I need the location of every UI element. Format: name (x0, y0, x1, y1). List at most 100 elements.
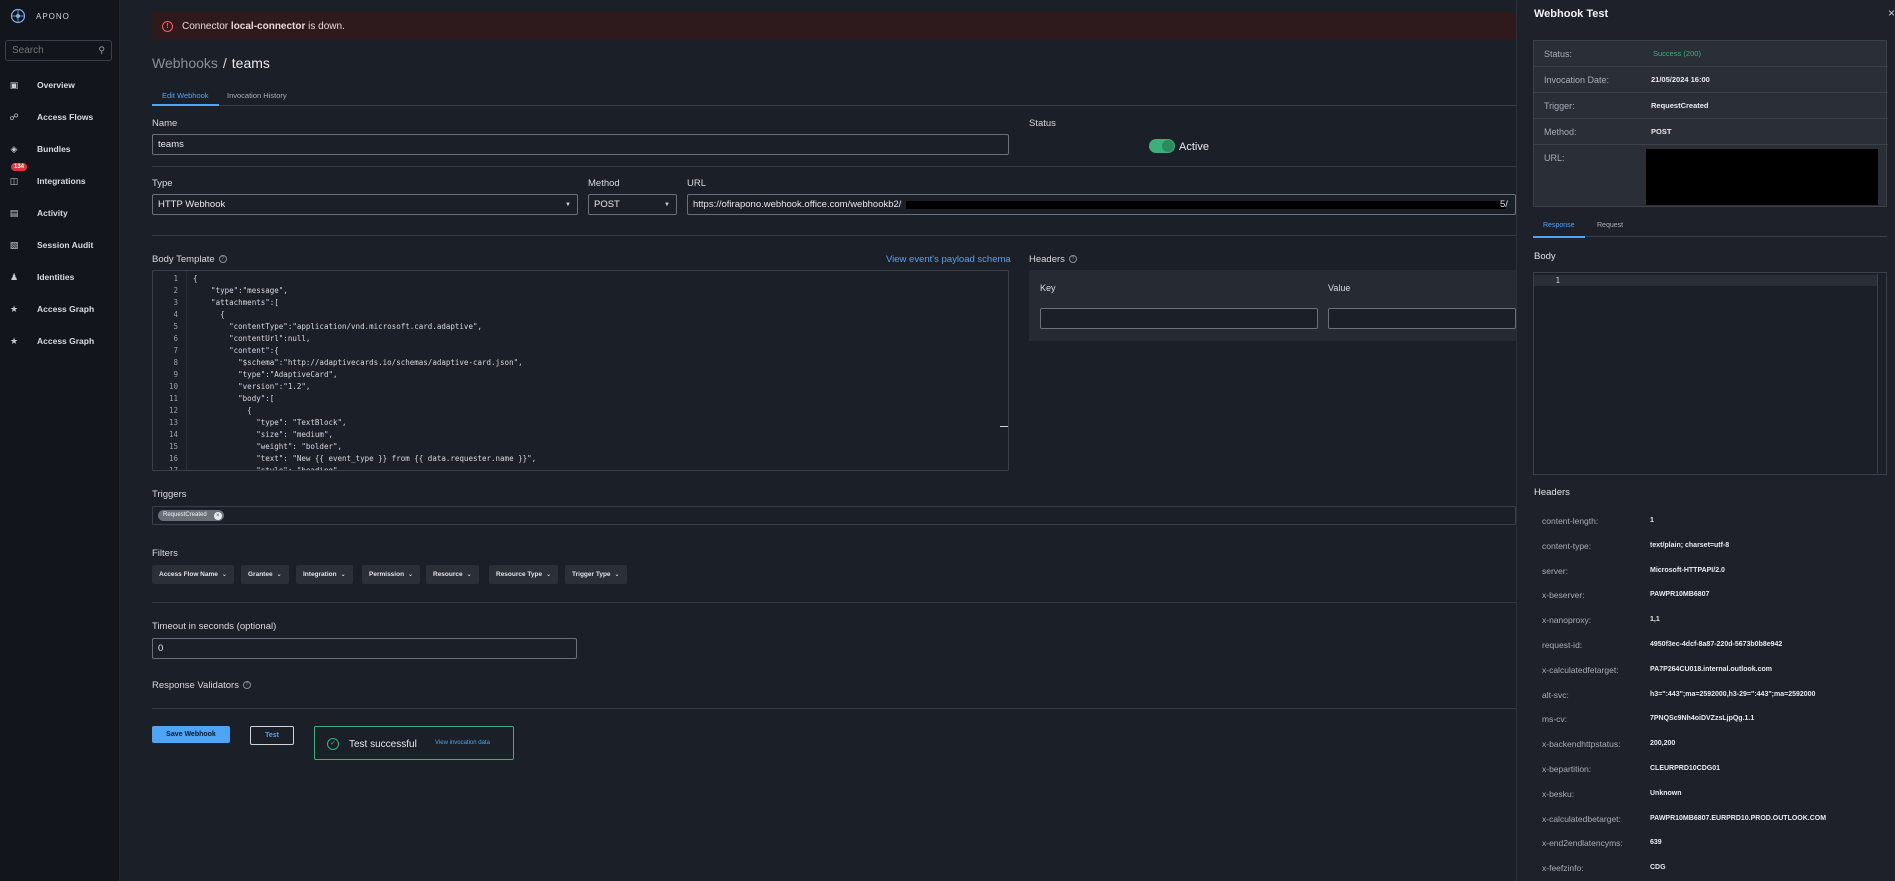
line-number: 4 (173, 310, 178, 319)
header-value: h3=":443";ma=2592000,h3-29=":443";ma=259… (1650, 690, 1816, 698)
url-field[interactable]: https://ofirapono.webhook.office.com/web… (687, 194, 1516, 215)
chevron-down-icon: ▼ (565, 201, 571, 208)
tab-invocation-history[interactable]: Invocation History (226, 86, 287, 106)
key-label: Key (1040, 283, 1056, 293)
response-body[interactable]: 1 (1533, 272, 1887, 475)
code-text: "size": "medium", (193, 430, 333, 439)
sidebar-item-bundles[interactable]: ◈ Bundles (0, 139, 120, 159)
code-line: 6 "contentUrl":null, (153, 334, 1008, 346)
tab-response[interactable]: Response (1533, 222, 1584, 238)
sidebar-item-access-flows[interactable]: ☍ Access Flows (0, 107, 120, 127)
body-template-text: Body Template (152, 254, 215, 265)
sidebar-item-session-audit[interactable]: ▧ Session Audit (0, 235, 120, 255)
body-template-editor[interactable]: 1{2 "type":"message", 3 "attachments":[4 … (152, 270, 1009, 471)
method-select[interactable]: POST ▼ (588, 194, 677, 215)
code-line: 1{ (153, 274, 1008, 286)
timeout-label: Timeout in seconds (optional) (152, 621, 277, 632)
code-text: { (193, 406, 252, 415)
sidebar-item-overview[interactable]: ▣ Overview (0, 75, 120, 95)
code-text: "$schema":"http://adaptivecards.io/schem… (193, 358, 523, 367)
search-input[interactable] (12, 45, 92, 56)
header-value: text/plain; charset=utf-8 (1650, 541, 1730, 549)
url-tail: 5/ (1500, 199, 1508, 210)
sidebar-item-label: Identities (37, 272, 75, 282)
breadcrumb-webhooks[interactable]: Webhooks (152, 55, 218, 71)
filter-access-flow-name[interactable]: Access Flow Name ⌄ (152, 565, 234, 584)
scrollbar[interactable] (1877, 274, 1885, 473)
chevron-down-icon: ⌄ (466, 572, 472, 578)
divider (152, 166, 1516, 167)
header-key-input[interactable] (1040, 308, 1318, 329)
header-value-input[interactable] (1328, 308, 1516, 329)
status-label: Status (1029, 118, 1056, 129)
sidebar-item-identities[interactable]: ♟ Identities (0, 267, 120, 287)
test-button[interactable]: Test (250, 726, 294, 745)
help-icon[interactable]: ? (218, 255, 227, 264)
filter-permission[interactable]: Permission ⌄ (362, 565, 421, 584)
line-number: 1 (173, 274, 178, 283)
info-key: Trigger: (1544, 101, 1575, 111)
sidebar-item-integrations[interactable]: ◫ 134 Integrations (0, 163, 120, 191)
name-field[interactable]: teams (152, 134, 1009, 155)
method-value: POST (594, 199, 620, 210)
header-value: 1 (1650, 517, 1654, 524)
audit-icon: ▧ (9, 239, 19, 250)
save-webhook-button[interactable]: Save Webhook (152, 726, 230, 743)
timeout-field[interactable]: 0 (152, 638, 577, 659)
close-icon[interactable]: × (1888, 6, 1895, 20)
help-icon[interactable]: ? (242, 681, 251, 690)
header-key: content-length: (1542, 516, 1599, 526)
filter-grantee[interactable]: Grantee ⌄ (241, 565, 289, 584)
filter-trigger-type[interactable]: Trigger Type ⌄ (565, 565, 627, 584)
type-label: Type (152, 178, 173, 189)
tab-edit-webhook[interactable]: Edit Webhook (152, 86, 219, 106)
code-line: 3 "attachments":[ (153, 298, 1008, 310)
payload-schema-link[interactable]: View event's payload schema (886, 254, 1011, 265)
code-text: "type":"AdaptiveCard", (193, 370, 338, 379)
type-select[interactable]: HTTP Webhook ▼ (152, 194, 578, 215)
help-icon[interactable]: ? (1068, 255, 1077, 264)
code-line: 2 "type":"message", (153, 286, 1008, 298)
code-text: "weight": "bolder", (193, 442, 343, 451)
apono-logo[interactable]: APONO (10, 8, 70, 24)
line-number: 3 (173, 298, 178, 307)
headers-editor: Key Value (1029, 270, 1516, 341)
view-invocation-link[interactable]: View invocation data (435, 740, 490, 746)
code-line: 10 "version":"1.2", (153, 382, 1008, 394)
code-line: 13 "type": "TextBlock", (153, 418, 1008, 430)
info-value: POST (1651, 127, 1672, 136)
header-key: x-calculatedfetarget: (1542, 664, 1619, 675)
alert-text: Connector local-connector is down. (182, 21, 345, 32)
status-toggle[interactable] (1149, 139, 1175, 153)
header-value: CDG (1650, 864, 1666, 872)
name-value: teams (158, 139, 184, 150)
filter-label: Trigger Type (572, 571, 611, 578)
alert-connector: local-connector (230, 20, 306, 32)
header-key: request-id: (1542, 640, 1583, 650)
header-key: x-backendhttpstatus: (1542, 739, 1621, 750)
filter-resource[interactable]: Resource ⌄ (426, 565, 479, 584)
divider (152, 602, 1516, 603)
sidebar-item-access-graph-2[interactable]: ★ Access Graph (0, 331, 120, 351)
filter-integration[interactable]: Integration ⌄ (296, 565, 353, 584)
test-result-box: ✓ Test successful View invocation data (314, 726, 514, 760)
filter-resource-type[interactable]: Resource Type ⌄ (489, 565, 559, 584)
code-line: 4 { (153, 310, 1008, 322)
sidebar-item-activity[interactable]: ▤ Activity (0, 203, 120, 223)
code-text: "style": "heading", (193, 466, 343, 471)
close-icon[interactable]: × (213, 511, 222, 520)
code-text: "version":"1.2", (193, 382, 311, 391)
sidebar-search[interactable]: ⚲ (5, 40, 112, 61)
filters-label: Filters (152, 548, 178, 559)
sidebar-item-access-graph[interactable]: ★ Access Graph (0, 299, 120, 319)
line-number: 6 (173, 334, 178, 343)
sidebar-item-label: Session Audit (37, 240, 94, 250)
layers-icon: ◈ (10, 143, 18, 154)
line-number: 8 (173, 358, 178, 367)
check-circle-icon: ✓ (327, 738, 339, 750)
scroll-thumb[interactable] (1000, 426, 1008, 427)
validators-text: Response Validators (152, 680, 239, 691)
panel-title: Webhook Test (1534, 8, 1609, 20)
triggers-field[interactable]: RequestCreated × (152, 506, 1516, 525)
tab-request[interactable]: Request (1597, 222, 1623, 229)
